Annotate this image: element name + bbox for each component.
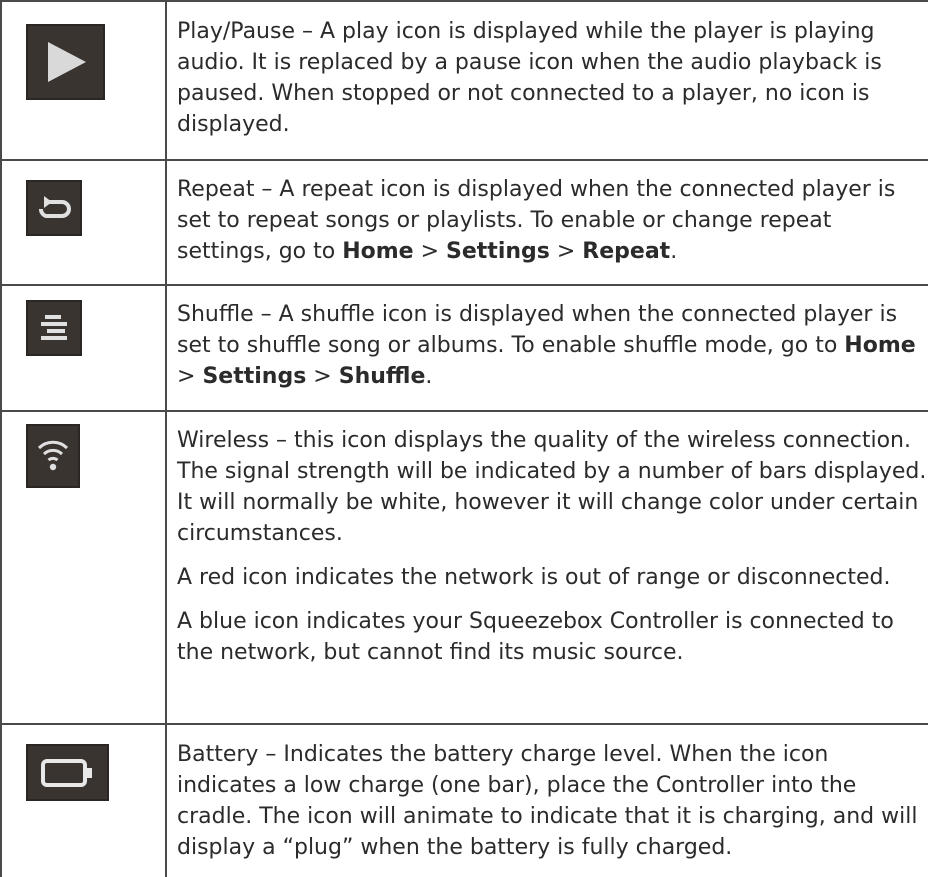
repeat-icon xyxy=(26,180,82,236)
icon-legend-table: Play/Pause – A play icon is displayed wh… xyxy=(0,0,928,877)
description-span: . xyxy=(670,239,678,264)
shuffle-icon xyxy=(26,300,82,356)
description-text: A blue icon indicates your Squeezebox Co… xyxy=(177,609,894,665)
description-text: Play/Pause – A play icon is displayed wh… xyxy=(177,19,882,137)
table-row-battery: Battery – Indicates the battery charge l… xyxy=(2,723,928,877)
description-span: Shuffle – A shuffle icon is displayed wh… xyxy=(177,302,898,358)
battery-icon xyxy=(26,744,109,801)
menu-path-settings: Settings xyxy=(446,239,550,264)
path-separator: > xyxy=(177,364,203,389)
description-text: Wireless – this icon displays the qualit… xyxy=(177,428,927,546)
menu-path-home: Home xyxy=(342,239,414,264)
description-text: Repeat – A repeat icon is displayed when… xyxy=(177,174,927,267)
path-separator: > xyxy=(413,239,447,264)
path-separator: > xyxy=(306,364,339,389)
menu-path-repeat: Repeat xyxy=(582,239,671,264)
menu-path-settings: Settings xyxy=(202,364,307,389)
table-row-repeat: Repeat – A repeat icon is displayed when… xyxy=(2,159,928,284)
row-description: Battery – Indicates the battery charge l… xyxy=(177,739,927,863)
row-description: Repeat – A repeat icon is displayed when… xyxy=(177,174,927,267)
row-description: Shuffle – A shuffle icon is displayed wh… xyxy=(177,299,927,392)
row-description: Wireless – this icon displays the qualit… xyxy=(177,425,927,668)
table-row-wireless: Wireless – this icon displays the qualit… xyxy=(2,410,928,723)
row-description: Play/Pause – A play icon is displayed wh… xyxy=(177,16,927,140)
description-text: Shuffle – A shuffle icon is displayed wh… xyxy=(177,299,927,392)
description-span: . xyxy=(425,364,433,389)
wifi-icon xyxy=(26,424,80,488)
table-row-play-pause: Play/Pause – A play icon is displayed wh… xyxy=(2,0,928,159)
description-text: Battery – Indicates the battery charge l… xyxy=(177,742,918,860)
menu-path-shuffle: Shuffle xyxy=(338,364,426,389)
description-text: A red icon indicates the network is out … xyxy=(177,565,891,590)
table-row-shuffle: Shuffle – A shuffle icon is displayed wh… xyxy=(2,284,928,410)
menu-path-home: Home xyxy=(844,333,916,358)
path-separator: > xyxy=(549,239,583,264)
play-icon xyxy=(26,24,105,100)
